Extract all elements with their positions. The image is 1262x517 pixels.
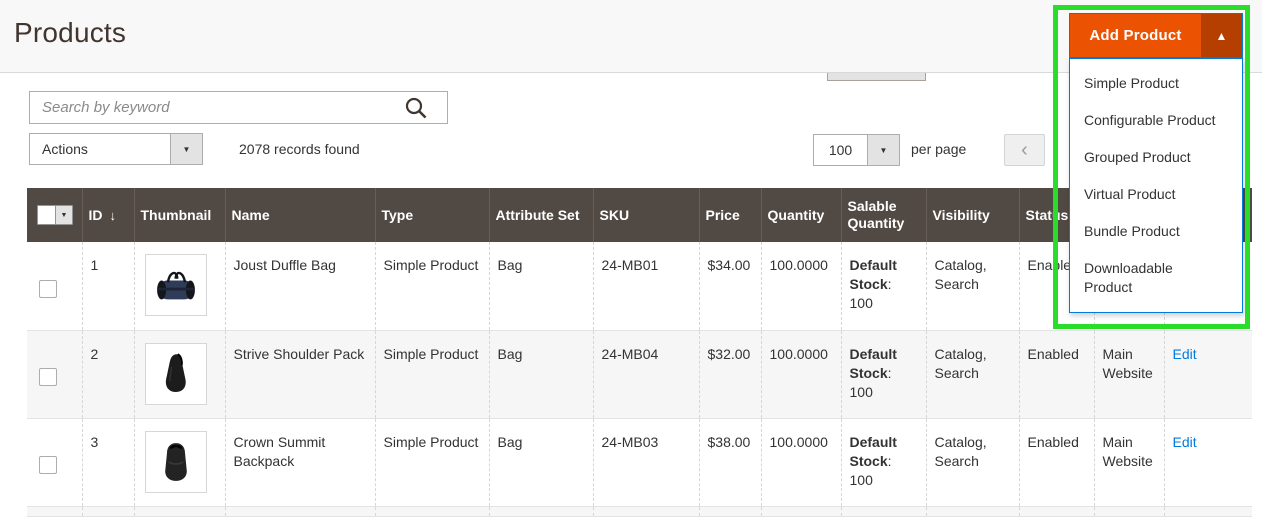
cell-name: Crown Summit Backpack — [225, 418, 375, 506]
cell-checkbox — [27, 242, 82, 330]
header-price[interactable]: Price — [699, 188, 761, 242]
cell-type: Simple Product — [375, 418, 489, 506]
cell-quantity: 100.0000 — [761, 330, 841, 418]
cell-action: Edit — [1164, 330, 1252, 418]
actions-select[interactable]: Actions ▼ — [29, 133, 203, 165]
cell-id: 3 — [82, 418, 134, 506]
cell-websites: Main Website — [1094, 330, 1164, 418]
actions-select-label: Actions — [30, 134, 170, 164]
header-salable-quantity[interactable]: Salable Quantity — [841, 188, 926, 242]
cell-price: $34.00 — [699, 242, 761, 330]
row-checkbox[interactable] — [39, 280, 57, 298]
cell-visibility: Catalog, Search — [926, 242, 1019, 330]
row-checkbox[interactable] — [39, 368, 57, 386]
header-visibility[interactable]: Visibility — [926, 188, 1019, 242]
per-page-label: per page — [911, 141, 966, 157]
select-all-arrow-icon[interactable]: ▼ — [55, 206, 72, 224]
page-title: Products — [14, 17, 126, 49]
menu-item-grouped-product[interactable]: Grouped Product — [1070, 139, 1242, 176]
cell-name: Strive Shoulder Pack — [225, 330, 375, 418]
cell-salable-quantity: Default Stock: 100 — [841, 418, 926, 506]
cell-thumbnail — [134, 418, 225, 506]
cell-thumbnail — [134, 242, 225, 330]
add-product-toggle[interactable]: ▲ — [1201, 14, 1242, 57]
search-input[interactable] — [29, 91, 448, 124]
cell-name: Joust Duffle Bag — [225, 242, 375, 330]
cell-websites: Main Website — [1094, 418, 1164, 506]
cell-price: $32.00 — [699, 330, 761, 418]
select-arrow-icon: ▼ — [170, 134, 202, 164]
menu-item-virtual-product[interactable]: Virtual Product — [1070, 176, 1242, 213]
shoulder-pack-image — [145, 343, 207, 405]
table-row-clipped — [27, 506, 1252, 516]
cell-status: Enabled — [1019, 418, 1094, 506]
cell-salable-quantity: Default Stock: 100 — [841, 242, 926, 330]
chevron-up-icon: ▲ — [1216, 29, 1228, 43]
cell-checkbox — [27, 330, 82, 418]
toolbar-button-partial[interactable] — [827, 73, 926, 81]
cell-id: 1 — [82, 242, 134, 330]
menu-item-simple-product[interactable]: Simple Product — [1070, 65, 1242, 102]
add-product-menu: Simple Product Configurable Product Grou… — [1069, 58, 1243, 313]
cell-attribute-set: Bag — [489, 330, 593, 418]
header-id[interactable]: ID ↓ — [82, 188, 134, 242]
records-count: 2078 records found — [239, 141, 360, 157]
cell-status: Enabled — [1019, 330, 1094, 418]
header-name[interactable]: Name — [225, 188, 375, 242]
cell-attribute-set: Bag — [489, 242, 593, 330]
select-all-checkbox[interactable] — [38, 206, 55, 224]
cell-type: Simple Product — [375, 242, 489, 330]
cell-sku: 24-MB01 — [593, 242, 699, 330]
sort-descending-icon: ↓ — [110, 207, 117, 224]
cell-visibility: Catalog, Search — [926, 330, 1019, 418]
cell-attribute-set: Bag — [489, 418, 593, 506]
menu-item-configurable-product[interactable]: Configurable Product — [1070, 102, 1242, 139]
previous-page-button[interactable]: ‹ — [1004, 134, 1045, 166]
header-quantity[interactable]: Quantity — [761, 188, 841, 242]
add-product-button[interactable]: Add Product — [1070, 14, 1201, 57]
cell-thumbnail — [134, 330, 225, 418]
select-arrow-icon: ▼ — [867, 135, 899, 165]
header-select-all: ▼ — [27, 188, 82, 242]
edit-link[interactable]: Edit — [1173, 346, 1197, 362]
table-row: 2 Strive Shoulder Pack Simple Product Ba… — [27, 330, 1252, 418]
edit-link[interactable]: Edit — [1173, 434, 1197, 450]
cell-price: $38.00 — [699, 418, 761, 506]
menu-item-bundle-product[interactable]: Bundle Product — [1070, 213, 1242, 250]
cell-id: 2 — [82, 330, 134, 418]
cell-checkbox — [27, 418, 82, 506]
cell-visibility: Catalog, Search — [926, 418, 1019, 506]
header-sku[interactable]: SKU — [593, 188, 699, 242]
cell-type: Simple Product — [375, 330, 489, 418]
search-icon[interactable] — [403, 95, 429, 121]
cell-action: Edit — [1164, 418, 1252, 506]
cell-quantity: 100.0000 — [761, 242, 841, 330]
cell-sku: 24-MB04 — [593, 330, 699, 418]
menu-item-downloadable-product[interactable]: Downloadable Product — [1070, 250, 1242, 306]
duffle-bag-image — [145, 254, 207, 316]
row-checkbox[interactable] — [39, 456, 57, 474]
chevron-left-icon: ‹ — [1021, 139, 1028, 162]
table-row: 3 Crown Summit Backpack Simple Product B… — [27, 418, 1252, 506]
header-type[interactable]: Type — [375, 188, 489, 242]
cell-quantity: 100.0000 — [761, 418, 841, 506]
cell-salable-quantity: Default Stock: 100 — [841, 330, 926, 418]
cell-sku: 24-MB03 — [593, 418, 699, 506]
select-all-control[interactable]: ▼ — [37, 205, 73, 225]
header-thumbnail[interactable]: Thumbnail — [134, 188, 225, 242]
backpack-image — [145, 431, 207, 493]
per-page-select[interactable]: 100 ▼ — [813, 134, 900, 166]
header-attribute-set[interactable]: Attribute Set — [489, 188, 593, 242]
add-product-split-button: Add Product ▲ — [1069, 13, 1243, 58]
per-page-value: 100 — [814, 135, 867, 165]
